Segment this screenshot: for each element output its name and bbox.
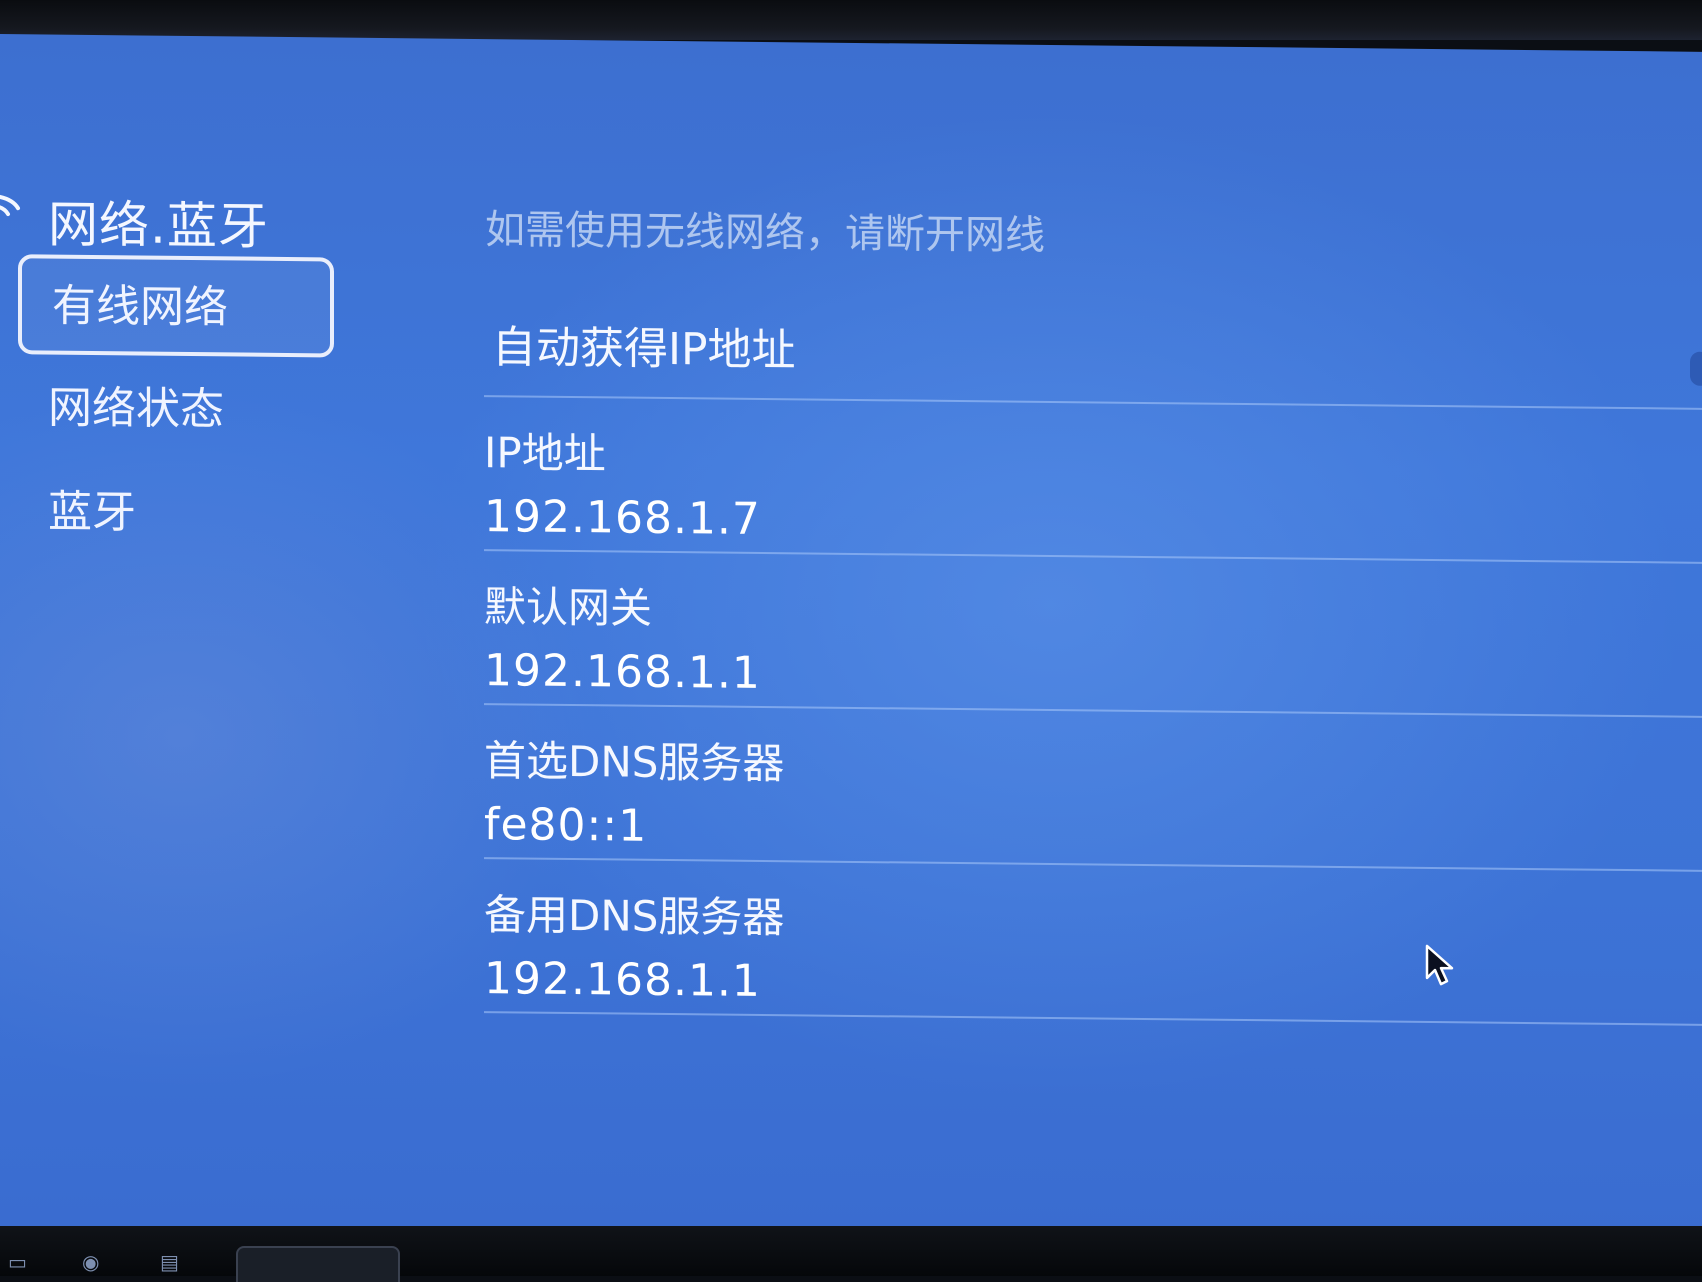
wifi-icon xyxy=(0,193,20,217)
sidebar-title: 网络.蓝牙 xyxy=(48,195,269,256)
wireless-hint: 如需使用无线网络，请断开网线 xyxy=(485,207,1045,259)
default-gateway-label: 默认网关 xyxy=(484,582,653,633)
secondary-dns-value[interactable]: 192.168.1.1 xyxy=(484,953,761,1007)
nav-item-label: 有线网络 xyxy=(52,280,228,334)
ip-address-label: IP地址 xyxy=(484,428,606,479)
divider xyxy=(484,395,1702,411)
divider xyxy=(484,1011,1702,1027)
mouse-cursor-icon xyxy=(1425,944,1454,986)
settings-screen: 网络.蓝牙 有线网络 网络状态 蓝牙 如需使用无线网络，请断开网线 自动获得IP… xyxy=(0,34,1702,1252)
nav-item-network-status[interactable]: 网络状态 xyxy=(18,360,334,463)
secondary-dns-label: 备用DNS服务器 xyxy=(484,890,785,943)
auto-ip-option[interactable]: 自动获得IP地址 xyxy=(492,311,796,378)
taskbar-window-icon: ▭ xyxy=(8,1250,27,1274)
divider xyxy=(484,857,1702,873)
default-gateway-value[interactable]: 192.168.1.1 xyxy=(484,645,761,699)
nav-item-label: 蓝牙 xyxy=(48,486,136,539)
document-icon: ▤ xyxy=(160,1250,179,1274)
primary-dns-value[interactable]: fe80::1 xyxy=(484,799,647,852)
nav-item-bluetooth[interactable]: 蓝牙 xyxy=(18,464,334,567)
divider xyxy=(484,549,1702,565)
taskbar-tab xyxy=(236,1246,400,1282)
nav-item-label: 网络状态 xyxy=(48,382,224,436)
auto-ip-toggle[interactable] xyxy=(1690,351,1702,386)
eye-icon: ◉ xyxy=(82,1250,100,1274)
primary-dns-label: 首选DNS服务器 xyxy=(484,736,785,789)
monitor-bezel-top xyxy=(0,0,1702,40)
ip-address-value[interactable]: 192.168.1.7 xyxy=(484,491,761,545)
divider xyxy=(484,703,1702,719)
nav-item-wired-network[interactable]: 有线网络 xyxy=(18,254,334,358)
